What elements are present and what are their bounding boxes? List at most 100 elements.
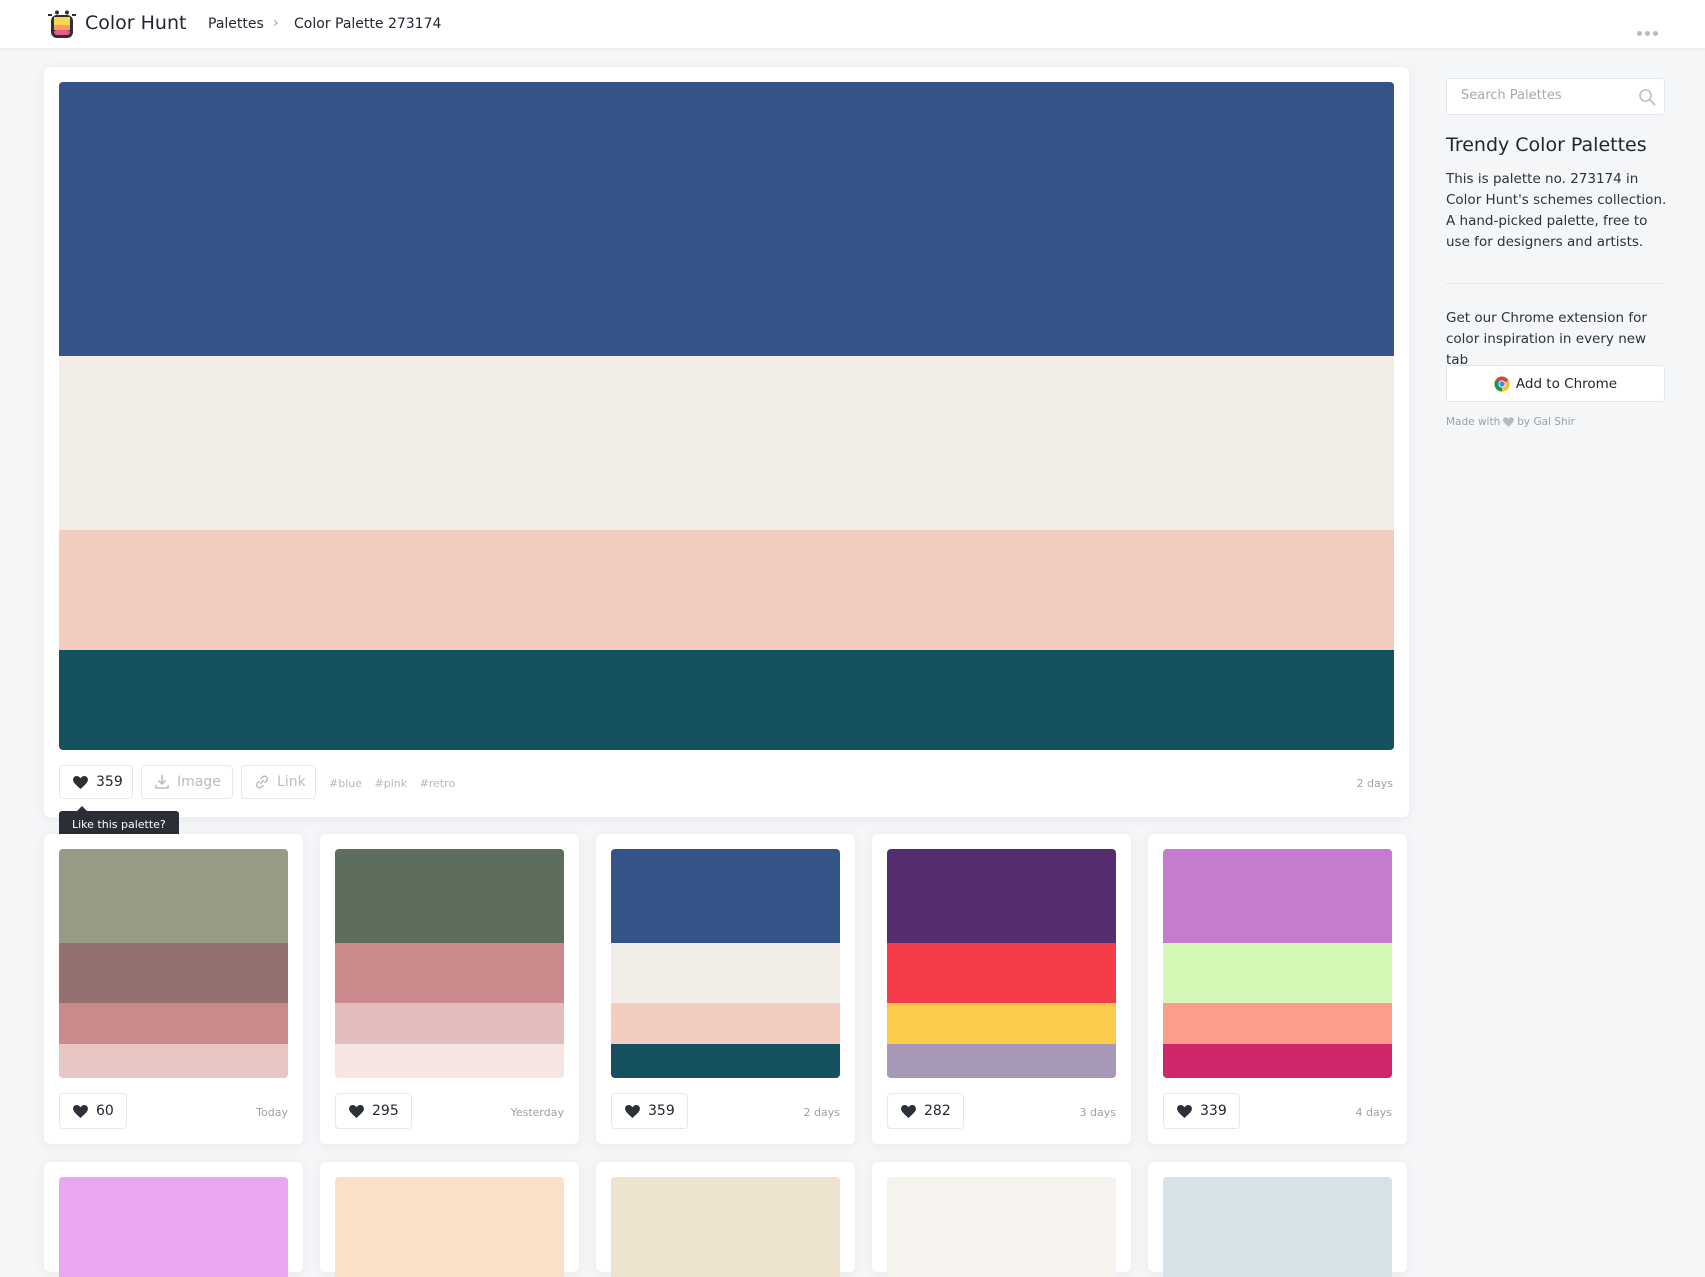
like-button[interactable]: 295: [335, 1093, 412, 1129]
breadcrumb-palettes-link[interactable]: Palettes: [208, 16, 264, 32]
add-to-chrome-button[interactable]: Add to Chrome: [1446, 365, 1665, 402]
palette-swatch[interactable]: [611, 849, 840, 943]
palette-swatch[interactable]: [1163, 943, 1392, 1003]
copy-link-button[interactable]: Link: [241, 765, 316, 799]
tag-list: #blue #pink #retro: [329, 777, 464, 790]
search-input[interactable]: [1459, 87, 1633, 104]
palette-card[interactable]: 282 3 days: [872, 834, 1131, 1144]
palette-swatch[interactable]: [887, 943, 1116, 1003]
like-button[interactable]: 282: [887, 1093, 964, 1129]
palette-swatch[interactable]: [335, 1044, 564, 1078]
palette-swatch[interactable]: [59, 530, 1394, 650]
palette-date: Today: [256, 1106, 288, 1119]
palette-card[interactable]: [320, 1162, 579, 1277]
like-button[interactable]: 339: [1163, 1093, 1240, 1129]
link-button-label: Link: [277, 774, 306, 790]
palette-swatch[interactable]: [887, 849, 1116, 943]
breadcrumb-current: Color Palette 273174: [294, 16, 442, 32]
palette-swatch[interactable]: [1163, 1003, 1392, 1044]
palette-card[interactable]: [872, 1162, 1131, 1277]
like-count: 359: [96, 774, 123, 790]
like-button[interactable]: 359: [611, 1093, 688, 1129]
download-image-button[interactable]: Image: [141, 765, 233, 799]
palette-preview[interactable]: [335, 849, 564, 1078]
search-icon[interactable]: [1638, 88, 1656, 106]
top-bar: Color Hunt Palettes › Color Palette 2731…: [0, 0, 1705, 48]
more-options-icon[interactable]: [1637, 21, 1663, 36]
palette-preview[interactable]: [887, 1177, 1116, 1277]
sidebar-title: Trendy Color Palettes: [1446, 134, 1647, 156]
palette-preview[interactable]: [1163, 849, 1392, 1078]
palette-card[interactable]: [1148, 1162, 1407, 1277]
palette-preview[interactable]: [611, 1177, 840, 1277]
color-hunt-logo-icon[interactable]: [48, 10, 76, 40]
palette-swatch[interactable]: [1163, 849, 1392, 943]
palette-swatch[interactable]: [887, 1044, 1116, 1078]
palette-preview[interactable]: [59, 849, 288, 1078]
heart-icon: [1177, 1104, 1192, 1118]
palette-swatch[interactable]: [59, 82, 1394, 356]
palette-swatch[interactable]: [611, 1003, 840, 1044]
sidebar-divider: [1446, 283, 1665, 284]
heart-icon: [349, 1104, 364, 1118]
credit-author-link[interactable]: by Gal Shir: [1517, 416, 1575, 428]
heart-icon: [625, 1104, 640, 1118]
palette-swatch[interactable]: [611, 1044, 840, 1078]
palette-date: 2 days: [1356, 777, 1393, 790]
like-button[interactable]: 60: [59, 1093, 127, 1129]
palette-card[interactable]: 359 2 days: [596, 834, 855, 1144]
palette-swatch[interactable]: [59, 650, 1394, 750]
like-count: 359: [648, 1103, 675, 1119]
like-count: 339: [1200, 1103, 1227, 1119]
palette-date: Yesterday: [510, 1106, 564, 1119]
palette-swatch[interactable]: [59, 943, 288, 1003]
image-button-label: Image: [177, 774, 221, 790]
palette-preview[interactable]: [1163, 1177, 1392, 1277]
tag-blue[interactable]: #blue: [329, 777, 362, 790]
heart-icon: [1503, 417, 1515, 427]
palette-preview[interactable]: [59, 1177, 288, 1277]
palette-swatch[interactable]: [335, 943, 564, 1003]
tag-pink[interactable]: #pink: [375, 777, 408, 790]
palette-date: 4 days: [1355, 1106, 1392, 1119]
palette-card[interactable]: 295 Yesterday: [320, 834, 579, 1144]
main-palette: [59, 82, 1394, 750]
palette-card[interactable]: 60 Today: [44, 834, 303, 1144]
chrome-extension-text: Get our Chrome extension for color inspi…: [1446, 310, 1647, 368]
tag-retro[interactable]: #retro: [420, 777, 456, 790]
like-count: 60: [96, 1103, 114, 1119]
palette-swatch[interactable]: [335, 1003, 564, 1044]
breadcrumb-separator: ›: [273, 15, 279, 31]
palette-swatch[interactable]: [59, 1003, 288, 1044]
palette-date: 2 days: [803, 1106, 840, 1119]
link-icon: [255, 775, 269, 789]
palette-swatch[interactable]: [59, 849, 288, 943]
palette-swatch[interactable]: [335, 849, 564, 943]
palette-card[interactable]: [44, 1162, 303, 1277]
like-count: 295: [372, 1103, 399, 1119]
palette-swatch[interactable]: [1163, 1044, 1392, 1078]
palette-swatch[interactable]: [611, 943, 840, 1003]
credit-line: Made with by Gal Shir: [1446, 416, 1575, 428]
palette-preview[interactable]: [335, 1177, 564, 1277]
palette-preview[interactable]: [611, 849, 840, 1078]
add-to-chrome-label: Add to Chrome: [1515, 375, 1618, 392]
like-button[interactable]: 359: [59, 765, 133, 799]
sidebar-description: This is palette no. 273174 in Color Hunt…: [1446, 171, 1667, 250]
credit-prefix: Made with: [1446, 416, 1501, 428]
palette-swatch[interactable]: [59, 1044, 288, 1078]
heart-icon: [901, 1104, 916, 1118]
palette-swatch[interactable]: [887, 1003, 1116, 1044]
palette-card[interactable]: [596, 1162, 855, 1277]
palette-swatch[interactable]: [59, 356, 1394, 530]
heart-icon: [73, 775, 88, 789]
palette-detail-card: 359 Image Link #blue #pink #retro 2 days: [44, 67, 1409, 817]
brand-name[interactable]: Color Hunt: [85, 12, 186, 34]
like-count: 282: [924, 1103, 951, 1119]
palette-date: 3 days: [1079, 1106, 1116, 1119]
palette-preview[interactable]: [887, 849, 1116, 1078]
search-box[interactable]: [1446, 78, 1665, 115]
chrome-icon: [1494, 376, 1510, 391]
download-icon: [155, 775, 169, 789]
palette-card[interactable]: 339 4 days: [1148, 834, 1407, 1144]
